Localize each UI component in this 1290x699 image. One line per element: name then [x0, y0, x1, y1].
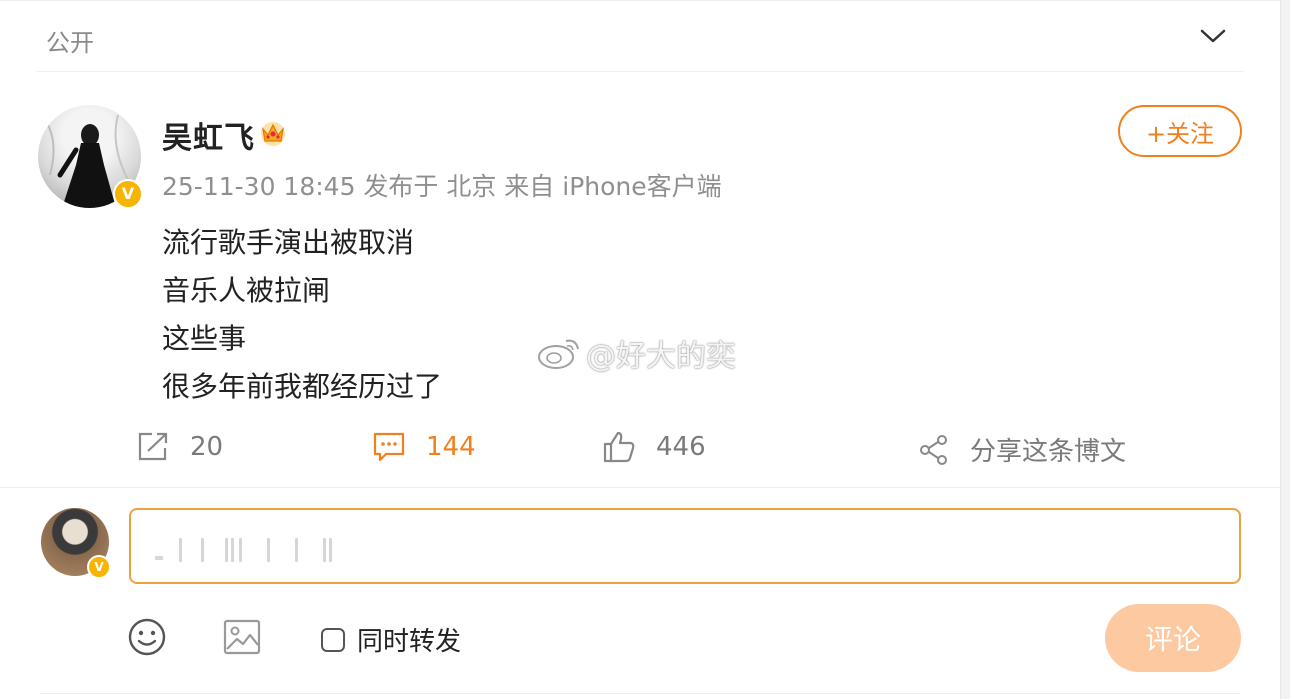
post-line: 音乐人被拉闸 — [162, 274, 331, 307]
share-button[interactable]: 分享这条博文 — [918, 431, 1126, 468]
repost-button[interactable]: 20 — [136, 431, 223, 463]
visibility-selector[interactable]: 公开 — [36, 1, 1244, 72]
post-line: 这些事 — [162, 322, 247, 355]
author-name[interactable]: 吴虹飞 — [162, 113, 255, 157]
visibility-label: 公开 — [46, 29, 94, 57]
like-icon — [603, 431, 635, 463]
like-count: 446 — [656, 432, 706, 462]
submit-comment-button[interactable]: 评论 — [1105, 604, 1241, 672]
divider — [40, 693, 1240, 694]
checkbox-box[interactable] — [321, 627, 345, 652]
verified-icon: V — [87, 555, 111, 579]
verified-icon: V — [113, 179, 143, 209]
watermark-text: @好大的奕 — [586, 339, 736, 374]
post-line: 流行歌手演出被取消 — [162, 226, 415, 259]
follow-button[interactable]: +关注 — [1118, 105, 1242, 157]
action-bar: 20 144 446 分享这条博文 — [0, 421, 1280, 477]
blurred-text — [155, 538, 365, 562]
like-button[interactable]: 446 — [602, 431, 706, 463]
emoji-icon[interactable] — [127, 617, 167, 657]
weibo-logo-icon — [538, 339, 579, 369]
share-label: 分享这条博文 — [970, 437, 1127, 467]
comment-icon — [373, 432, 405, 462]
forward-label: 同时转发 — [357, 627, 462, 657]
follow-label: +关注 — [1145, 119, 1215, 148]
comment-button[interactable]: 144 — [372, 431, 476, 463]
image-icon[interactable] — [223, 619, 263, 657]
post-meta: 25-11-30 18:45 发布于 北京 来自 iPhone客户端 — [162, 172, 722, 201]
submit-label: 评论 — [1144, 623, 1201, 656]
post-card: 公开 V 吴虹飞 25-11-30 18:45 发布于 北京 来自 iPhone… — [0, 0, 1281, 699]
divider — [0, 487, 1280, 488]
repost-icon — [138, 432, 168, 461]
repost-count: 20 — [190, 432, 224, 462]
chevron-down-icon[interactable] — [1200, 27, 1226, 45]
comment-input[interactable] — [129, 508, 1241, 584]
post-content: 流行歌手演出被取消 音乐人被拉闸 这些事 很多年前我都经历过了 — [162, 219, 442, 411]
crown-icon — [261, 122, 285, 146]
comment-count: 144 — [426, 432, 476, 462]
share-icon — [920, 434, 947, 465]
watermark: @好大的奕 — [536, 331, 736, 375]
forward-checkbox[interactable]: 同时转发 — [321, 621, 461, 658]
post-line: 很多年前我都经历过了 — [162, 370, 443, 403]
